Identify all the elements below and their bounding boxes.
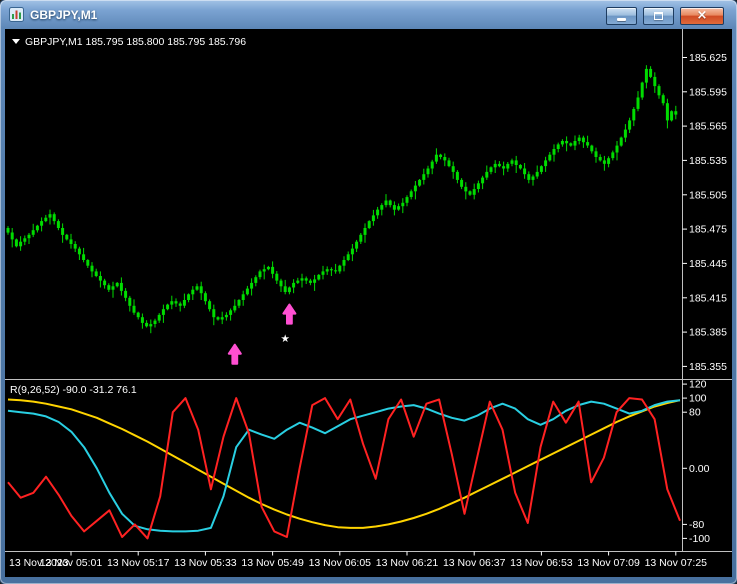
time-axis-label: 13 Nov 05:49	[241, 557, 304, 569]
price-axis-label: 185.565	[689, 121, 727, 133]
time-axis-label: 13 Nov 06:21	[376, 557, 439, 569]
indicator-axis-label: -80	[689, 519, 704, 531]
time-axis-label: 13 Nov 05:17	[107, 557, 170, 569]
time-axis-label: 13 Nov 06:37	[443, 557, 506, 569]
ohlc-label: GBPJPY,M1 185.795 185.800 185.795 185.79…	[25, 36, 246, 48]
chart-app-icon	[9, 7, 24, 22]
indicator-axis-label: 100	[689, 393, 707, 405]
minimize-button[interactable]	[606, 7, 637, 25]
star-icon: ★	[280, 333, 290, 345]
close-button[interactable]: ×	[680, 7, 724, 25]
price-axis-label: 185.535	[689, 155, 727, 167]
chart-background	[5, 29, 732, 577]
maximize-button[interactable]	[643, 7, 674, 25]
terminal-window: GBPJPY,M1 × ★ 185.625 185.595 185.565 185.53…	[0, 0, 737, 584]
indicator-label: R(9,26,52) -90.0 -31.2 76.1	[10, 384, 137, 396]
window-title: GBPJPY,M1	[30, 8, 97, 22]
indicator-axis-label: 80	[689, 407, 701, 419]
price-axis-label: 185.505	[689, 189, 727, 201]
price-axis-label: 185.415	[689, 292, 727, 304]
price-axis-label: 185.625	[689, 52, 727, 64]
time-axis-label: 13 Nov 05:33	[174, 557, 237, 569]
window-controls: ×	[606, 7, 724, 25]
chart-canvas[interactable]: ★ 185.625 185.595 185.565 185.535 185.505 185.…	[5, 29, 732, 577]
chart-area[interactable]: ★ 185.625 185.595 185.565 185.535 185.505 185.…	[5, 29, 732, 577]
price-axis-label: 185.595	[689, 86, 727, 98]
price-axis-label: 185.355	[689, 361, 727, 373]
price-axis-label: 185.475	[689, 224, 727, 236]
time-axis-label: 13 Nov 07:25	[645, 557, 708, 569]
indicator-axis-label: -100	[689, 533, 710, 545]
price-axis-label: 185.385	[689, 327, 727, 339]
time-axis-label: 13 Nov 06:53	[510, 557, 573, 569]
maximize-icon	[654, 12, 663, 20]
time-axis-label: 13 Nov 05:01	[40, 557, 103, 569]
title-bar[interactable]: GBPJPY,M1 ×	[5, 0, 732, 29]
close-icon: ×	[697, 9, 708, 22]
price-axis-label: 185.445	[689, 258, 727, 270]
minimize-icon	[617, 18, 626, 21]
indicator-axis-label: 0.00	[689, 463, 710, 475]
time-axis-label: 13 Nov 06:05	[309, 557, 372, 569]
time-axis-label: 13 Nov 07:09	[577, 557, 640, 569]
indicator-axis-label: 120	[689, 379, 707, 391]
